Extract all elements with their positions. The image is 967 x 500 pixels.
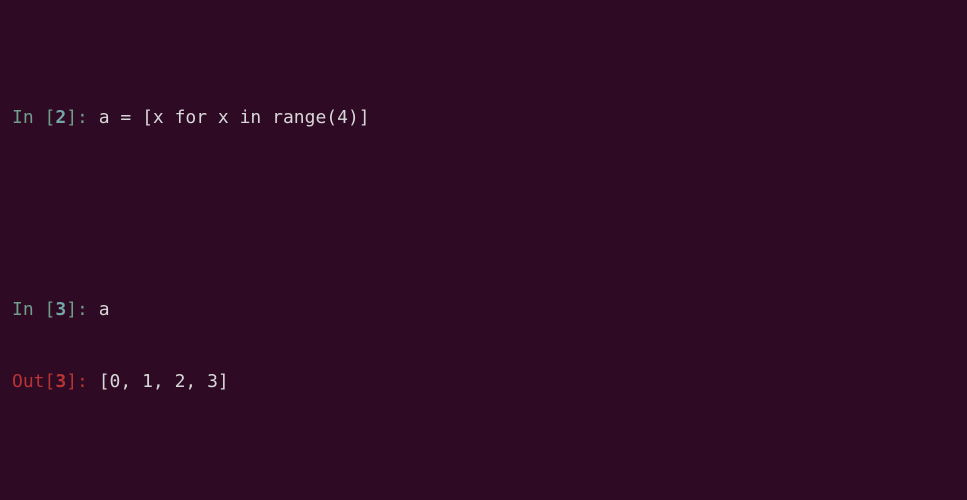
in-prompt-prefix: In [ xyxy=(12,299,55,320)
in-prompt-suffix: ]: xyxy=(66,299,99,320)
in-prompt-number: 3 xyxy=(55,299,66,320)
out-prompt-suffix: ]: xyxy=(66,371,99,392)
out-prompt-prefix: Out[ xyxy=(12,371,55,392)
blank-line xyxy=(12,178,955,202)
input-code: a xyxy=(99,299,110,320)
input-code: a = [x for x in range(4)] xyxy=(99,107,370,128)
in-line: In [2]: a = [x for x in range(4)] xyxy=(12,106,955,130)
in-line: In [3]: a xyxy=(12,298,955,322)
in-prompt-prefix: In [ xyxy=(12,107,55,128)
out-line: Out[3]: [0, 1, 2, 3] xyxy=(12,370,955,394)
out-prompt-number: 3 xyxy=(55,371,66,392)
blank-line xyxy=(12,442,955,466)
ipython-terminal[interactable]: In [2]: a = [x for x in range(4)] In [3]… xyxy=(0,0,967,500)
in-prompt-suffix: ]: xyxy=(66,107,99,128)
in-prompt-number: 2 xyxy=(55,107,66,128)
output-value: [0, 1, 2, 3] xyxy=(99,371,229,392)
